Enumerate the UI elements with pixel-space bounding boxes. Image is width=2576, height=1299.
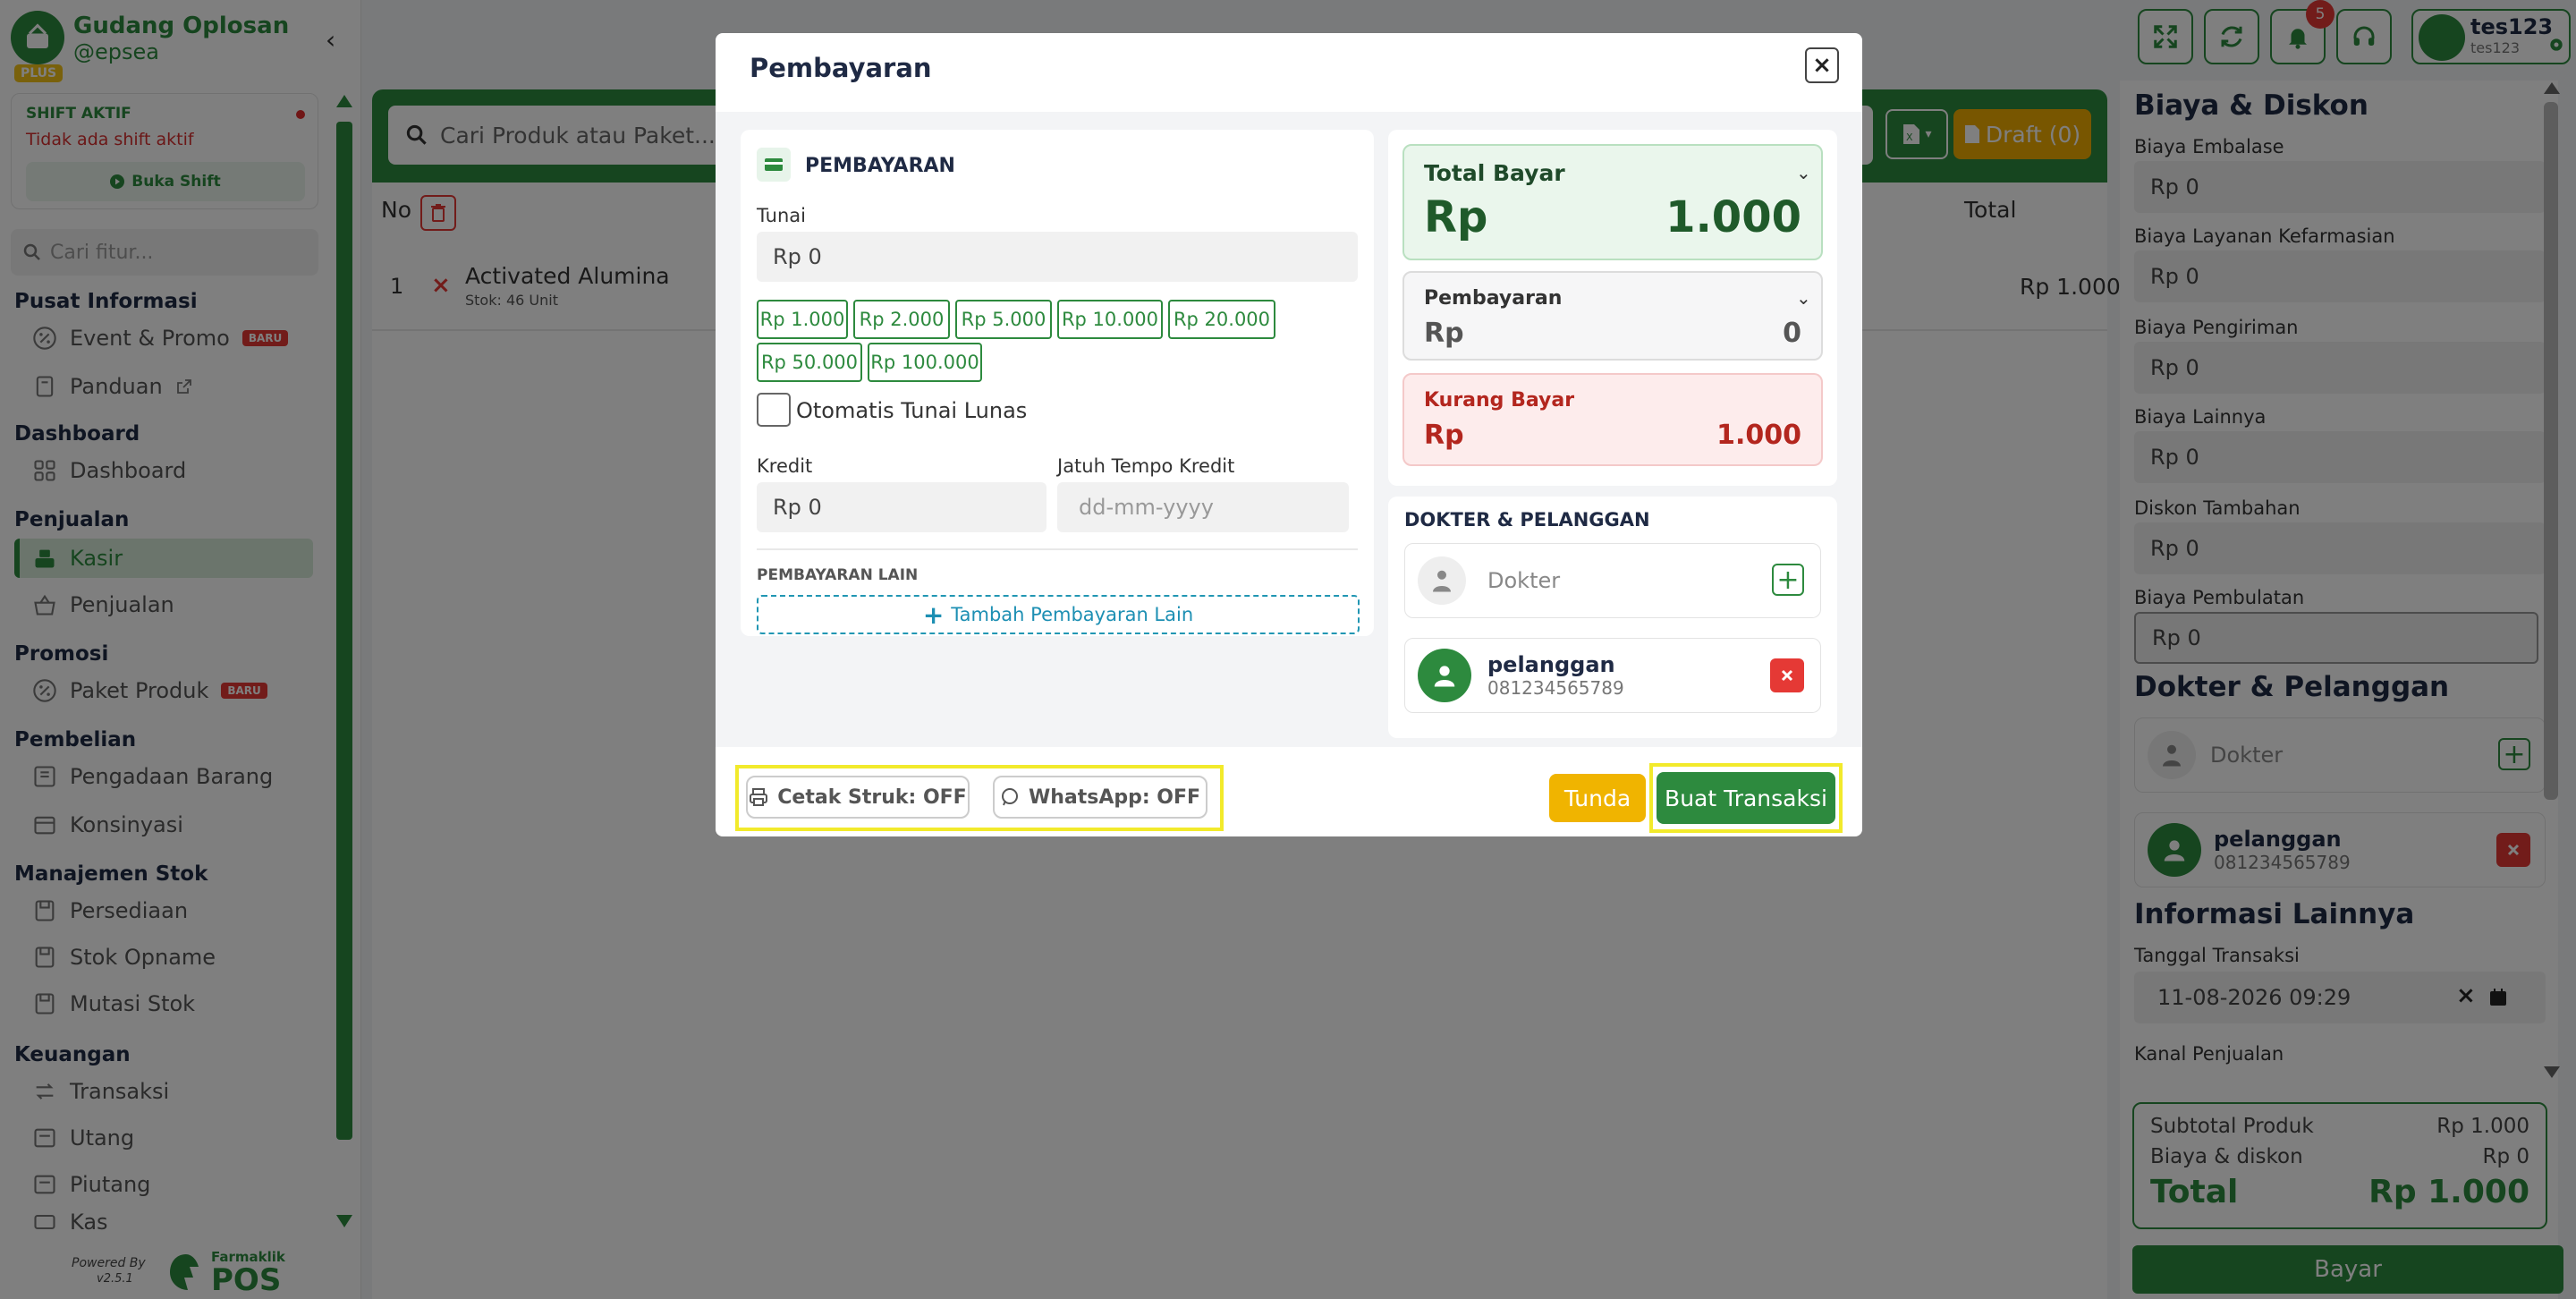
- jatuh-tempo-placeholder: dd-mm-yyyy: [1079, 495, 1214, 520]
- total-bayar-box[interactable]: Total Bayar ⌄ Rp 1.000: [1402, 144, 1823, 260]
- totals-card: Total Bayar ⌄ Rp 1.000 Pembayaran ⌄ Rp 0…: [1388, 130, 1837, 486]
- pembayaran-modal: Pembayaran × PEMBAYARAN Tunai Rp 0 Rp 1.…: [716, 33, 1862, 836]
- whatsapp-label: WhatsApp: OFF: [1028, 785, 1201, 809]
- tambah-pembayaran-lain-button[interactable]: + Tambah Pembayaran Lain: [757, 595, 1360, 634]
- modal-pelanggan-name: pelanggan: [1487, 652, 1615, 677]
- kredit-input[interactable]: Rp 0: [757, 482, 1046, 532]
- modal-pelanggan-card: pelanggan 081234565789: [1404, 638, 1821, 713]
- pembayaran-section-title: PEMBAYARAN: [805, 155, 955, 177]
- pembayaran-currency: Rp: [1424, 318, 1464, 349]
- modal-dokter-placeholder: Dokter: [1487, 568, 1561, 593]
- chevron-down-icon: ⌄: [1796, 162, 1811, 183]
- close-modal-button[interactable]: ×: [1805, 47, 1839, 83]
- pembayaran-total-label: Pembayaran: [1424, 287, 1563, 310]
- auto-lunas-checkbox[interactable]: [757, 393, 791, 427]
- kurang-bayar-currency: Rp: [1424, 420, 1464, 451]
- cetak-struk-toggle[interactable]: Cetak Struk: OFF: [746, 776, 970, 819]
- quick-amount-chip[interactable]: Rp 10.000: [1057, 300, 1163, 339]
- tunai-input[interactable]: Rp 0: [757, 232, 1358, 282]
- cetak-struk-label: Cetak Struk: OFF: [777, 785, 967, 809]
- kredit-label: Kredit: [757, 455, 813, 477]
- total-bayar-currency: Rp: [1424, 192, 1488, 242]
- whatsapp-toggle[interactable]: WhatsApp: OFF: [993, 776, 1208, 819]
- close-icon: [1781, 669, 1793, 682]
- plus-icon: +: [922, 599, 945, 630]
- quick-amount-chip[interactable]: Rp 5.000: [955, 300, 1052, 339]
- modal-add-dokter-button[interactable]: +: [1772, 564, 1804, 596]
- jatuh-tempo-label: Jatuh Tempo Kredit: [1057, 455, 1235, 477]
- pembayaran-lain-title: PEMBAYARAN LAIN: [757, 566, 919, 584]
- printer-icon: [750, 788, 768, 806]
- pembayaran-value: 0: [1783, 318, 1801, 349]
- whatsapp-icon: [1001, 788, 1018, 806]
- pembayaran-box[interactable]: Pembayaran ⌄ Rp 0: [1402, 271, 1823, 361]
- tunai-value: Rp 0: [773, 244, 822, 269]
- credit-card-icon: [757, 148, 791, 182]
- kurang-bayar-box: Kurang Bayar Rp 1.000: [1402, 373, 1823, 466]
- modal-pelanggan-phone: 081234565789: [1487, 677, 1624, 699]
- modal-remove-pelanggan-button[interactable]: [1770, 658, 1804, 692]
- quick-amount-chip[interactable]: Rp 20.000: [1168, 300, 1275, 339]
- quick-amount-chip[interactable]: Rp 100.000: [868, 343, 982, 382]
- total-bayar-label: Total Bayar: [1424, 160, 1565, 186]
- quick-amount-chip[interactable]: Rp 2.000: [853, 300, 950, 339]
- auto-lunas-label: Otomatis Tunai Lunas: [796, 398, 1028, 423]
- modal-body: PEMBAYARAN Tunai Rp 0 Rp 1.000 Rp 2.000 …: [716, 112, 1862, 747]
- tunda-button[interactable]: Tunda: [1549, 774, 1646, 822]
- pembayaran-card: PEMBAYARAN Tunai Rp 0 Rp 1.000 Rp 2.000 …: [741, 130, 1374, 636]
- quick-amount-chip[interactable]: Rp 50.000: [757, 343, 862, 382]
- modal-dokter-selector[interactable]: Dokter +: [1404, 543, 1821, 618]
- kredit-value: Rp 0: [773, 495, 822, 520]
- dokter-pelanggan-section-title: DOKTER & PELANGGAN: [1404, 509, 1650, 531]
- kurang-bayar-value: 1.000: [1716, 420, 1801, 451]
- doctor-icon: [1418, 556, 1466, 605]
- total-bayar-value: 1.000: [1665, 192, 1801, 242]
- jatuh-tempo-input[interactable]: dd-mm-yyyy: [1057, 482, 1349, 532]
- kurang-bayar-label: Kurang Bayar: [1424, 389, 1575, 412]
- buat-transaksi-button[interactable]: Buat Transaksi: [1657, 772, 1835, 824]
- modal-title: Pembayaran: [750, 53, 932, 83]
- chevron-down-icon: ⌄: [1796, 287, 1811, 309]
- user-icon: [1418, 649, 1471, 702]
- dokter-pelanggan-card: DOKTER & PELANGGAN Dokter + pelanggan 08…: [1388, 497, 1837, 738]
- divider: [757, 548, 1358, 550]
- quick-amount-chip[interactable]: Rp 1.000: [757, 300, 848, 339]
- tunai-label: Tunai: [757, 205, 806, 226]
- tambah-pembayaran-lain-label: Tambah Pembayaran Lain: [951, 604, 1194, 625]
